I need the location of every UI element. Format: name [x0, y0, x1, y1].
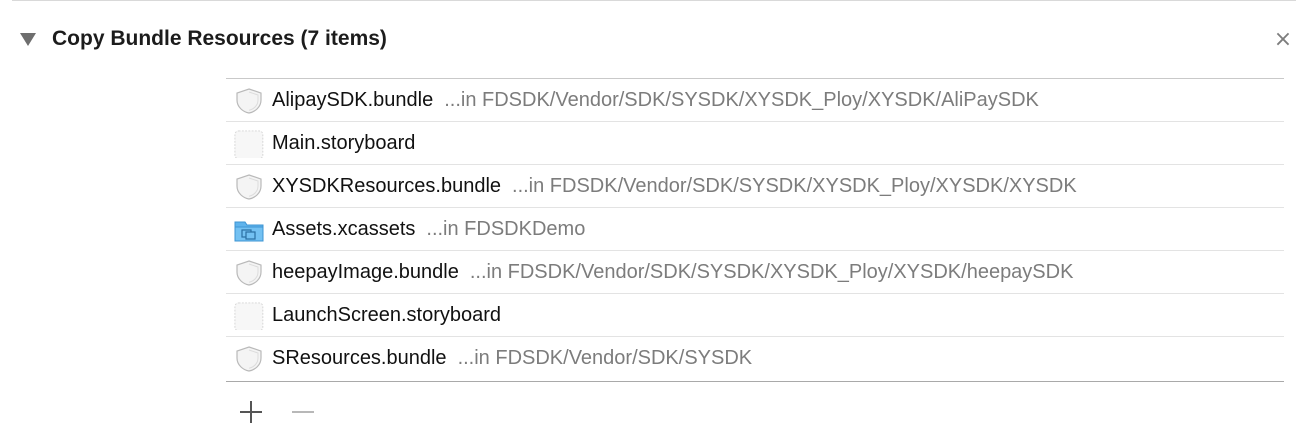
file-row[interactable]: LaunchScreen.storyboard [226, 294, 1284, 337]
file-path: ...in FDSDKDemo [426, 218, 586, 240]
storyboard-file-icon [234, 130, 264, 160]
bundle-icon [234, 173, 264, 201]
bundle-icon [234, 345, 264, 373]
file-name-row: heepayImage.bundle ...in FDSDK/Vendor/SD… [272, 261, 1073, 284]
asset-catalog-folder-icon [234, 216, 264, 244]
file-name: XYSDKResources.bundle [272, 175, 502, 197]
file-row[interactable]: SResources.bundle ...in FDSDK/Vendor/SDK… [226, 337, 1284, 381]
file-name: heepayImage.bundle [272, 261, 459, 283]
file-row[interactable]: Main.storyboard [226, 122, 1284, 165]
file-row[interactable]: Assets.xcassets ...in FDSDKDemo [226, 208, 1284, 251]
file-name: AlipaySDK.bundle [272, 89, 434, 111]
remove-item-button[interactable] [266, 398, 314, 428]
file-path: ...in FDSDK/Vendor/SDK/SYSDK/XYSDK_Ploy/… [512, 175, 1077, 197]
add-item-button[interactable] [226, 398, 266, 428]
file-row[interactable]: AlipaySDK.bundle ...in FDSDK/Vendor/SDK/… [226, 79, 1284, 122]
file-row[interactable]: XYSDKResources.bundle ...in FDSDK/Vendor… [226, 165, 1284, 208]
file-name-row: Main.storyboard [272, 132, 426, 155]
file-name: Main.storyboard [272, 132, 416, 154]
top-divider [12, 0, 1296, 1]
file-name: SResources.bundle [272, 347, 447, 369]
file-name: LaunchScreen.storyboard [272, 304, 502, 326]
close-icon[interactable]: × [1271, 28, 1295, 52]
file-name: Assets.xcassets [272, 218, 416, 240]
phase-title[interactable]: Copy Bundle Resources (7 items) [52, 27, 387, 51]
file-name-row: LaunchScreen.storyboard [272, 304, 512, 327]
file-path: ...in FDSDK/Vendor/SDK/SYSDK/XYSDK_Ploy/… [444, 89, 1039, 111]
file-row[interactable]: heepayImage.bundle ...in FDSDK/Vendor/SD… [226, 251, 1284, 294]
resources-table: AlipaySDK.bundle ...in FDSDK/Vendor/SDK/… [226, 78, 1284, 382]
file-name-row: XYSDKResources.bundle ...in FDSDK/Vendor… [272, 175, 1077, 198]
bundle-icon [234, 259, 264, 287]
file-path: ...in FDSDK/Vendor/SDK/SYSDK [457, 347, 753, 369]
file-path: ...in FDSDK/Vendor/SDK/SYSDK/XYSDK_Ploy/… [469, 261, 1074, 283]
file-name-row: AlipaySDK.bundle ...in FDSDK/Vendor/SDK/… [272, 89, 1039, 112]
disclosure-triangle-icon[interactable] [20, 33, 36, 46]
file-name-row: Assets.xcassets ...in FDSDKDemo [272, 218, 585, 241]
table-toolbar [226, 398, 314, 428]
bundle-icon [234, 87, 264, 115]
build-phase-panel: Copy Bundle Resources (7 items) × Alipay… [0, 0, 1308, 448]
storyboard-file-icon [234, 302, 264, 332]
file-name-row: SResources.bundle ...in FDSDK/Vendor/SDK… [272, 347, 752, 370]
